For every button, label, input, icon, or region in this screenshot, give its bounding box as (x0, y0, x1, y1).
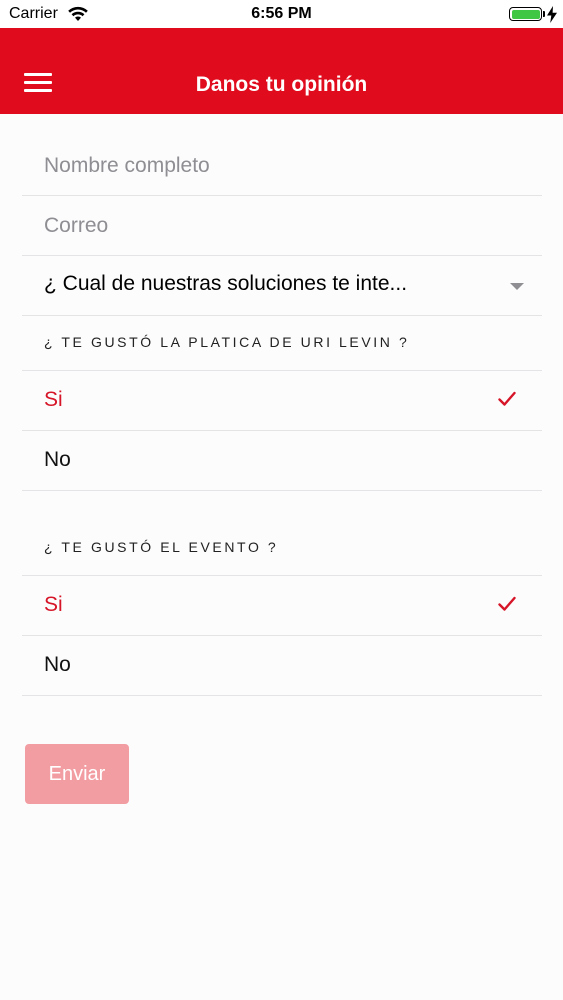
solutions-select-value: ¿ Cual de nuestras soluciones te inte... (44, 272, 408, 295)
option-row-evento-no[interactable]: No (22, 635, 542, 695)
divider (22, 490, 542, 491)
status-bar: Carrier 6:56 PM (0, 0, 563, 28)
option-label: No (44, 448, 71, 471)
question-title-platica: ¿ TE GUSTÓ LA PLATICA DE URI LEVIN ? (44, 334, 410, 350)
submit-button[interactable]: Enviar (25, 744, 129, 804)
clock-label: 6:56 PM (251, 5, 312, 22)
page-title: Danos tu opinión (195, 73, 368, 96)
option-label: Si (44, 388, 63, 411)
option-row-platica-no[interactable]: No (22, 430, 542, 490)
app-header: Danos tu opinión (0, 28, 563, 114)
solutions-select[interactable]: ¿ Cual de nuestras soluciones te inte... (22, 256, 542, 316)
battery-cap (543, 11, 545, 17)
checkmark-icon (498, 596, 516, 611)
option-label: Si (44, 593, 63, 616)
option-label: No (44, 653, 71, 676)
name-field (22, 136, 542, 196)
checkmark-icon (498, 391, 516, 406)
battery-icon (509, 7, 542, 21)
name-input[interactable] (44, 136, 542, 196)
divider (22, 695, 542, 696)
option-row-evento-si[interactable]: Si (22, 575, 542, 635)
charging-bolt-icon (547, 6, 557, 23)
question-title-evento: ¿ TE GUSTÓ EL EVENTO ? (44, 539, 279, 555)
email-field (22, 196, 542, 256)
email-input[interactable] (44, 196, 542, 256)
caret-down-icon (510, 283, 524, 290)
option-row-platica-si[interactable]: Si (22, 370, 542, 430)
